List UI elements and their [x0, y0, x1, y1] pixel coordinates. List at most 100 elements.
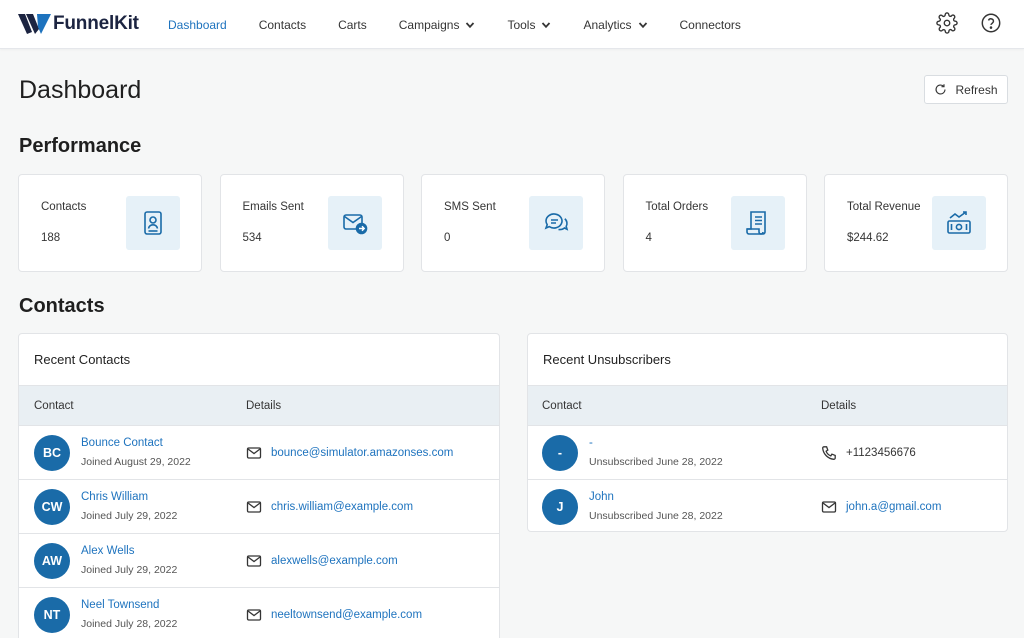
column-header-details: Details — [246, 399, 282, 412]
stat-card-total-orders: Total Orders 4 — [622, 174, 807, 272]
revenue-icon — [947, 211, 971, 234]
table-row: AW Alex Wells Joined July 29, 2022 alexw… — [19, 534, 499, 588]
phone-icon — [822, 445, 836, 460]
refresh-button-label: Refresh — [955, 82, 998, 97]
funnelkit-logo[interactable]: FunnelKit — [18, 12, 139, 36]
email-link[interactable]: john.a@gmail.com — [846, 501, 941, 513]
contact-name-link[interactable]: Neel Townsend — [81, 599, 177, 611]
email-link[interactable]: alexwells@example.com — [271, 555, 398, 567]
stat-card-value: 4 — [645, 232, 652, 244]
refresh-button[interactable]: Refresh — [924, 75, 1008, 104]
contact-name-link[interactable]: Chris William — [81, 491, 177, 503]
stat-card-value: 188 — [41, 232, 61, 244]
chat-bubbles-icon — [544, 213, 569, 231]
help-icon[interactable] — [980, 12, 1002, 34]
table-row: J John Unsubscribed June 28, 2022 john.a… — [528, 480, 1007, 531]
funnelkit-logo-icon — [18, 14, 51, 34]
detail-cell: john.a@gmail.com — [821, 499, 941, 515]
stat-card-sms-sent: SMS Sent 0 — [421, 174, 605, 272]
stat-card-icon-box — [126, 196, 180, 250]
stat-card-icon-box — [327, 196, 382, 250]
contact-name-link[interactable]: Bounce Contact — [81, 437, 191, 449]
envelope-icon — [246, 500, 262, 513]
contact-info: - Unsubscribed June 28, 2022 — [589, 437, 723, 468]
recent-unsubscribers-panel: Recent Unsubscribers Contact Details - -… — [527, 333, 1008, 532]
contact-cell: NT Neel Townsend Joined July 28, 2022 — [34, 596, 246, 633]
chevron-down-icon — [466, 21, 475, 28]
contact-info: Chris William Joined July 29, 2022 — [81, 491, 177, 522]
stat-card-value: 534 — [242, 232, 262, 244]
email-link[interactable]: neeltownsend@example.com — [271, 609, 422, 621]
contact-joined-date: Joined July 29, 2022 — [81, 564, 178, 576]
recent-contacts-panel: Recent Contacts Contact Details BC Bounc… — [18, 333, 500, 638]
nav-campaigns-label: Campaigns — [398, 17, 460, 32]
avatar: BC — [34, 434, 70, 471]
contact-cell: CW Chris William Joined July 29, 2022 — [34, 488, 246, 525]
nav-dashboard[interactable]: Dashboard — [168, 18, 227, 32]
stat-card-label: Contacts — [41, 201, 87, 213]
contact-name-link[interactable]: John — [589, 491, 723, 503]
table-row: NT Neel Townsend Joined July 28, 2022 ne… — [19, 588, 499, 638]
contacts-section-title: Contacts — [19, 295, 105, 317]
contact-cell: J John Unsubscribed June 28, 2022 — [542, 488, 821, 525]
nav-contacts[interactable]: Contacts — [259, 18, 306, 32]
nav-dashboard-label: Dashboard — [168, 17, 227, 32]
contact-info: John Unsubscribed June 28, 2022 — [589, 491, 723, 522]
contact-name-link[interactable]: Alex Wells — [81, 545, 177, 557]
avatar: NT — [34, 596, 70, 633]
gear-icon[interactable] — [936, 12, 958, 34]
unsubscribed-date: Unsubscribed June 28, 2022 — [589, 510, 723, 522]
stat-card-value: 0 — [444, 232, 451, 244]
performance-title: Performance — [19, 135, 142, 157]
nav-connectors-label: Connectors — [679, 17, 741, 32]
email-link[interactable]: bounce@simulator.amazonses.com — [271, 447, 453, 459]
performance-cards: Contacts 188 Emails Sent 534 SMS Sent 0 — [18, 174, 1008, 272]
unsubscribed-date: Unsubscribed June 28, 2022 — [589, 456, 723, 468]
phone-number: +1123456676 — [846, 446, 916, 459]
table-row: - - Unsubscribed June 28, 2022 +11234566… — [528, 426, 1007, 480]
brand-name: FunnelKit — [53, 13, 139, 34]
email-sent-icon — [342, 214, 367, 235]
main-nav: Dashboard Contacts Carts Campaigns Tools… — [168, 0, 773, 49]
contact-cell: BC Bounce Contact Joined August 29, 2022 — [34, 434, 246, 471]
contact-joined-date: Joined July 28, 2022 — [81, 618, 178, 630]
stat-card-label: Total Orders — [645, 201, 709, 213]
envelope-icon — [246, 446, 262, 459]
recent-contacts-title: Recent Contacts — [19, 334, 499, 386]
table-row: CW Chris William Joined July 29, 2022 ch… — [19, 480, 499, 534]
avatar: CW — [34, 488, 70, 525]
contact-joined-date: Joined August 29, 2022 — [81, 456, 191, 468]
stat-card-label: Total Revenue — [847, 201, 921, 213]
nav-connectors[interactable]: Connectors — [680, 18, 741, 32]
contact-cell: AW Alex Wells Joined July 29, 2022 — [34, 542, 246, 579]
email-link[interactable]: chris.william@example.com — [271, 501, 413, 513]
column-header-details: Details — [821, 399, 857, 412]
nav-campaigns[interactable]: Campaigns — [399, 18, 476, 32]
contact-card-icon — [144, 211, 162, 235]
contact-info: Bounce Contact Joined August 29, 2022 — [81, 437, 191, 468]
top-navigation-bar: FunnelKit Dashboard Contacts Carts Campa… — [0, 0, 1024, 49]
receipt-icon — [745, 211, 766, 235]
detail-cell: alexwells@example.com — [246, 553, 398, 569]
chevron-down-icon — [542, 21, 551, 28]
page-title: Dashboard — [19, 76, 142, 104]
nav-carts[interactable]: Carts — [338, 18, 367, 32]
table-header: Contact Details — [528, 386, 1007, 426]
contact-info: Neel Townsend Joined July 28, 2022 — [81, 599, 177, 630]
avatar: J — [542, 488, 578, 525]
envelope-icon — [821, 500, 837, 513]
nav-analytics-label: Analytics — [583, 17, 632, 32]
stat-card-icon-box — [529, 196, 583, 250]
refresh-icon — [935, 84, 947, 95]
envelope-icon — [246, 608, 262, 621]
detail-cell: neeltownsend@example.com — [246, 607, 422, 623]
nav-analytics[interactable]: Analytics — [583, 18, 647, 32]
stat-card-icon-box — [730, 196, 785, 250]
nav-tools[interactable]: Tools — [507, 18, 551, 32]
envelope-icon — [246, 554, 262, 567]
contact-name-link[interactable]: - — [589, 437, 723, 449]
column-header-contact: Contact — [542, 399, 582, 412]
nav-carts-label: Carts — [338, 17, 367, 32]
stat-card-total-revenue: Total Revenue $244.62 — [824, 174, 1008, 272]
avatar: AW — [34, 542, 70, 579]
